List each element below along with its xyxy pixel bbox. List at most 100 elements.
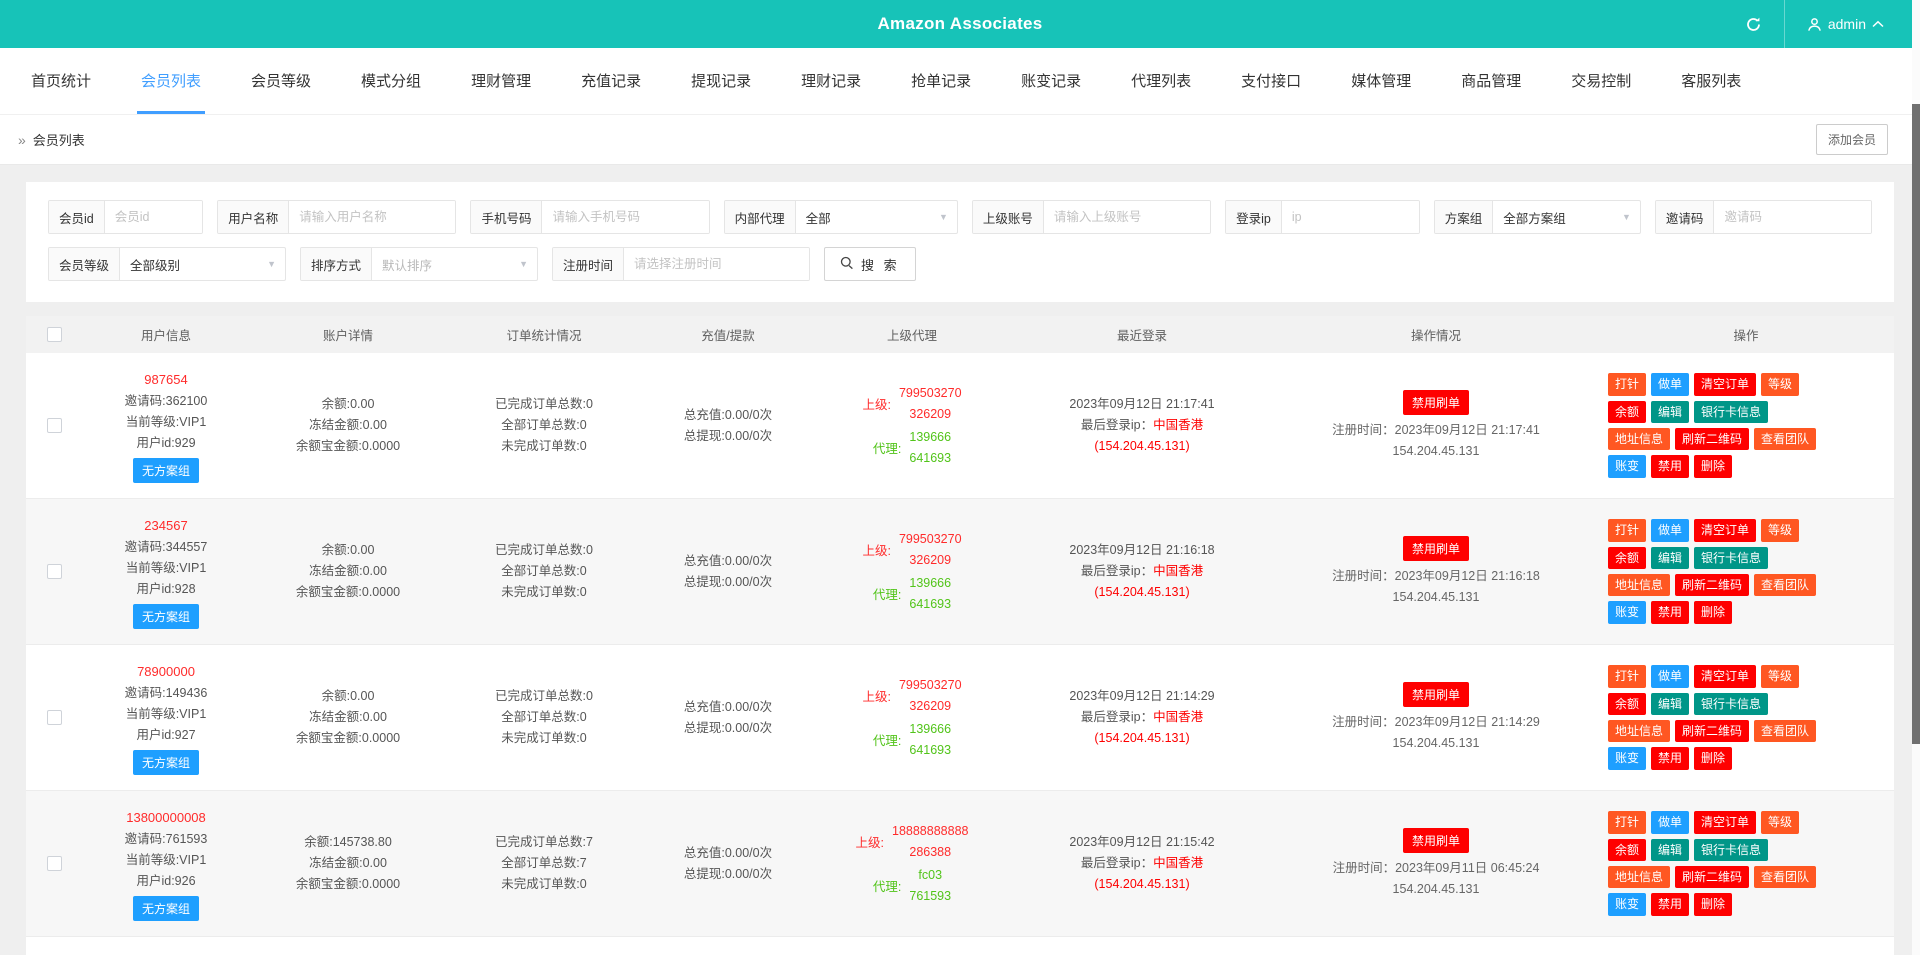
inject-button[interactable]: 打针 (1608, 665, 1647, 688)
make-order-button[interactable]: 做单 (1651, 811, 1690, 834)
balance-button[interactable]: 余额 (1608, 546, 1647, 569)
bank-card-info-button[interactable]: 银行卡信息 (1694, 692, 1769, 715)
nav-tab-14[interactable]: 商品管理 (1436, 48, 1546, 114)
address-info-button[interactable]: 地址信息 (1608, 720, 1671, 743)
nav-tab-12[interactable]: 支付接口 (1216, 48, 1326, 114)
filter-select-internal-agent[interactable]: 全部 ▼ (796, 201, 957, 233)
delete-button[interactable]: 删除 (1694, 747, 1733, 770)
clear-orders-button[interactable]: 清空订单 (1694, 665, 1757, 688)
filter-input-reg-time[interactable] (624, 248, 810, 280)
balance-button[interactable]: 余额 (1608, 838, 1647, 861)
nav-tab-7[interactable]: 提现记录 (666, 48, 776, 114)
make-order-button[interactable]: 做单 (1651, 373, 1690, 396)
agent-wrap: 上级: 18888888888 286388 代理: fc03 761593 (818, 821, 1006, 907)
refresh-qrcode-button[interactable]: 刷新二维码 (1675, 428, 1750, 451)
inject-button[interactable]: 打针 (1608, 519, 1647, 542)
level-button[interactable]: 等级 (1761, 373, 1800, 396)
account-change-button[interactable]: 账变 (1608, 893, 1647, 916)
nav-tab-2[interactable]: 会员列表 (116, 48, 226, 114)
filter-input-login-ip[interactable] (1281, 201, 1419, 233)
filter-input-invite-code[interactable] (1714, 201, 1871, 233)
filter-select-member-level[interactable]: 全部级别 ▼ (120, 248, 285, 280)
row-checkbox[interactable] (46, 418, 62, 433)
address-info-button[interactable]: 地址信息 (1608, 866, 1671, 889)
select-all-checkbox[interactable] (46, 327, 62, 342)
clear-orders-button[interactable]: 清空订单 (1694, 811, 1757, 834)
disable-button[interactable]: 禁用 (1651, 893, 1690, 916)
view-team-button[interactable]: 查看团队 (1754, 428, 1817, 451)
refresh-qrcode-button[interactable]: 刷新二维码 (1675, 574, 1750, 597)
disable-brush-badge[interactable]: 禁用刷单 (1402, 389, 1469, 415)
balance-button[interactable]: 余额 (1608, 692, 1647, 715)
row-checkbox[interactable] (46, 710, 62, 725)
disable-button[interactable]: 禁用 (1651, 455, 1690, 478)
disable-brush-badge[interactable]: 禁用刷单 (1402, 681, 1469, 707)
user-id: 用户id:928 (136, 582, 196, 596)
account-change-button[interactable]: 账变 (1608, 747, 1647, 770)
scrollbar-thumb[interactable] (1912, 104, 1920, 744)
filter-input-member-id[interactable] (104, 201, 203, 233)
delete-button[interactable]: 删除 (1694, 893, 1733, 916)
search-button[interactable]: 搜 索 (824, 247, 916, 281)
nav-tab-6[interactable]: 充值记录 (556, 48, 666, 114)
address-info-button[interactable]: 地址信息 (1608, 574, 1671, 597)
disable-button[interactable]: 禁用 (1651, 747, 1690, 770)
clear-orders-button[interactable]: 清空订单 (1694, 373, 1757, 396)
account-change-button[interactable]: 账变 (1608, 455, 1647, 478)
plan-group-badge[interactable]: 无方案组 (132, 458, 199, 483)
view-team-button[interactable]: 查看团队 (1754, 866, 1817, 889)
inject-button[interactable]: 打针 (1608, 373, 1647, 396)
nav-tab-15[interactable]: 交易控制 (1546, 48, 1656, 114)
nav-tab-5[interactable]: 理财管理 (446, 48, 556, 114)
nav-tab-9[interactable]: 抢单记录 (886, 48, 996, 114)
bank-card-info-button[interactable]: 银行卡信息 (1694, 546, 1769, 569)
user-menu[interactable]: admin (1783, 0, 1906, 48)
level-button[interactable]: 等级 (1761, 665, 1800, 688)
refresh-qrcode-button[interactable]: 刷新二维码 (1675, 720, 1750, 743)
make-order-button[interactable]: 做单 (1651, 665, 1690, 688)
disable-brush-badge[interactable]: 禁用刷单 (1402, 827, 1469, 853)
add-member-button[interactable]: 添加会员 (1815, 124, 1888, 155)
nav-tab-3[interactable]: 会员等级 (226, 48, 336, 114)
account-change-button[interactable]: 账变 (1608, 601, 1647, 624)
address-info-button[interactable]: 地址信息 (1608, 428, 1671, 451)
row-checkbox[interactable] (46, 856, 62, 871)
clear-orders-button[interactable]: 清空订单 (1694, 519, 1757, 542)
disable-button[interactable]: 禁用 (1651, 601, 1690, 624)
edit-button[interactable]: 编辑 (1651, 400, 1690, 423)
nav-tab-16[interactable]: 客服列表 (1656, 48, 1766, 114)
plan-group-badge[interactable]: 无方案组 (132, 896, 199, 921)
filter-input-parent-account[interactable] (1043, 201, 1211, 233)
filter-select-plan-group[interactable]: 全部方案组 ▼ (1493, 201, 1640, 233)
view-team-button[interactable]: 查看团队 (1754, 720, 1817, 743)
balance-button[interactable]: 余额 (1608, 400, 1647, 423)
level-button[interactable]: 等级 (1761, 519, 1800, 542)
level-button[interactable]: 等级 (1761, 811, 1800, 834)
disable-brush-badge[interactable]: 禁用刷单 (1402, 535, 1469, 561)
edit-button[interactable]: 编辑 (1651, 838, 1690, 861)
inject-button[interactable]: 打针 (1608, 811, 1647, 834)
filter-select-sort-order[interactable]: 默认排序 ▼ (372, 248, 537, 280)
plan-group-badge[interactable]: 无方案组 (132, 750, 199, 775)
edit-button[interactable]: 编辑 (1651, 546, 1690, 569)
nav-tab-13[interactable]: 媒体管理 (1326, 48, 1436, 114)
refresh-qrcode-button[interactable]: 刷新二维码 (1675, 866, 1750, 889)
vertical-scrollbar[interactable] (1912, 0, 1920, 955)
nav-tab-11[interactable]: 代理列表 (1106, 48, 1216, 114)
view-team-button[interactable]: 查看团队 (1754, 574, 1817, 597)
plan-group-badge[interactable]: 无方案组 (132, 604, 199, 629)
bank-card-info-button[interactable]: 银行卡信息 (1694, 400, 1769, 423)
make-order-button[interactable]: 做单 (1651, 519, 1690, 542)
nav-tab-1[interactable]: 首页统计 (6, 48, 116, 114)
bank-card-info-button[interactable]: 银行卡信息 (1694, 838, 1769, 861)
nav-tab-4[interactable]: 模式分组 (336, 48, 446, 114)
nav-tab-8[interactable]: 理财记录 (776, 48, 886, 114)
delete-button[interactable]: 删除 (1694, 455, 1733, 478)
refresh-button[interactable] (1723, 0, 1784, 48)
delete-button[interactable]: 删除 (1694, 601, 1733, 624)
row-checkbox[interactable] (46, 564, 62, 579)
edit-button[interactable]: 编辑 (1651, 692, 1690, 715)
filter-input-username[interactable] (289, 201, 456, 233)
filter-input-phone[interactable] (542, 201, 709, 233)
nav-tab-10[interactable]: 账变记录 (996, 48, 1106, 114)
